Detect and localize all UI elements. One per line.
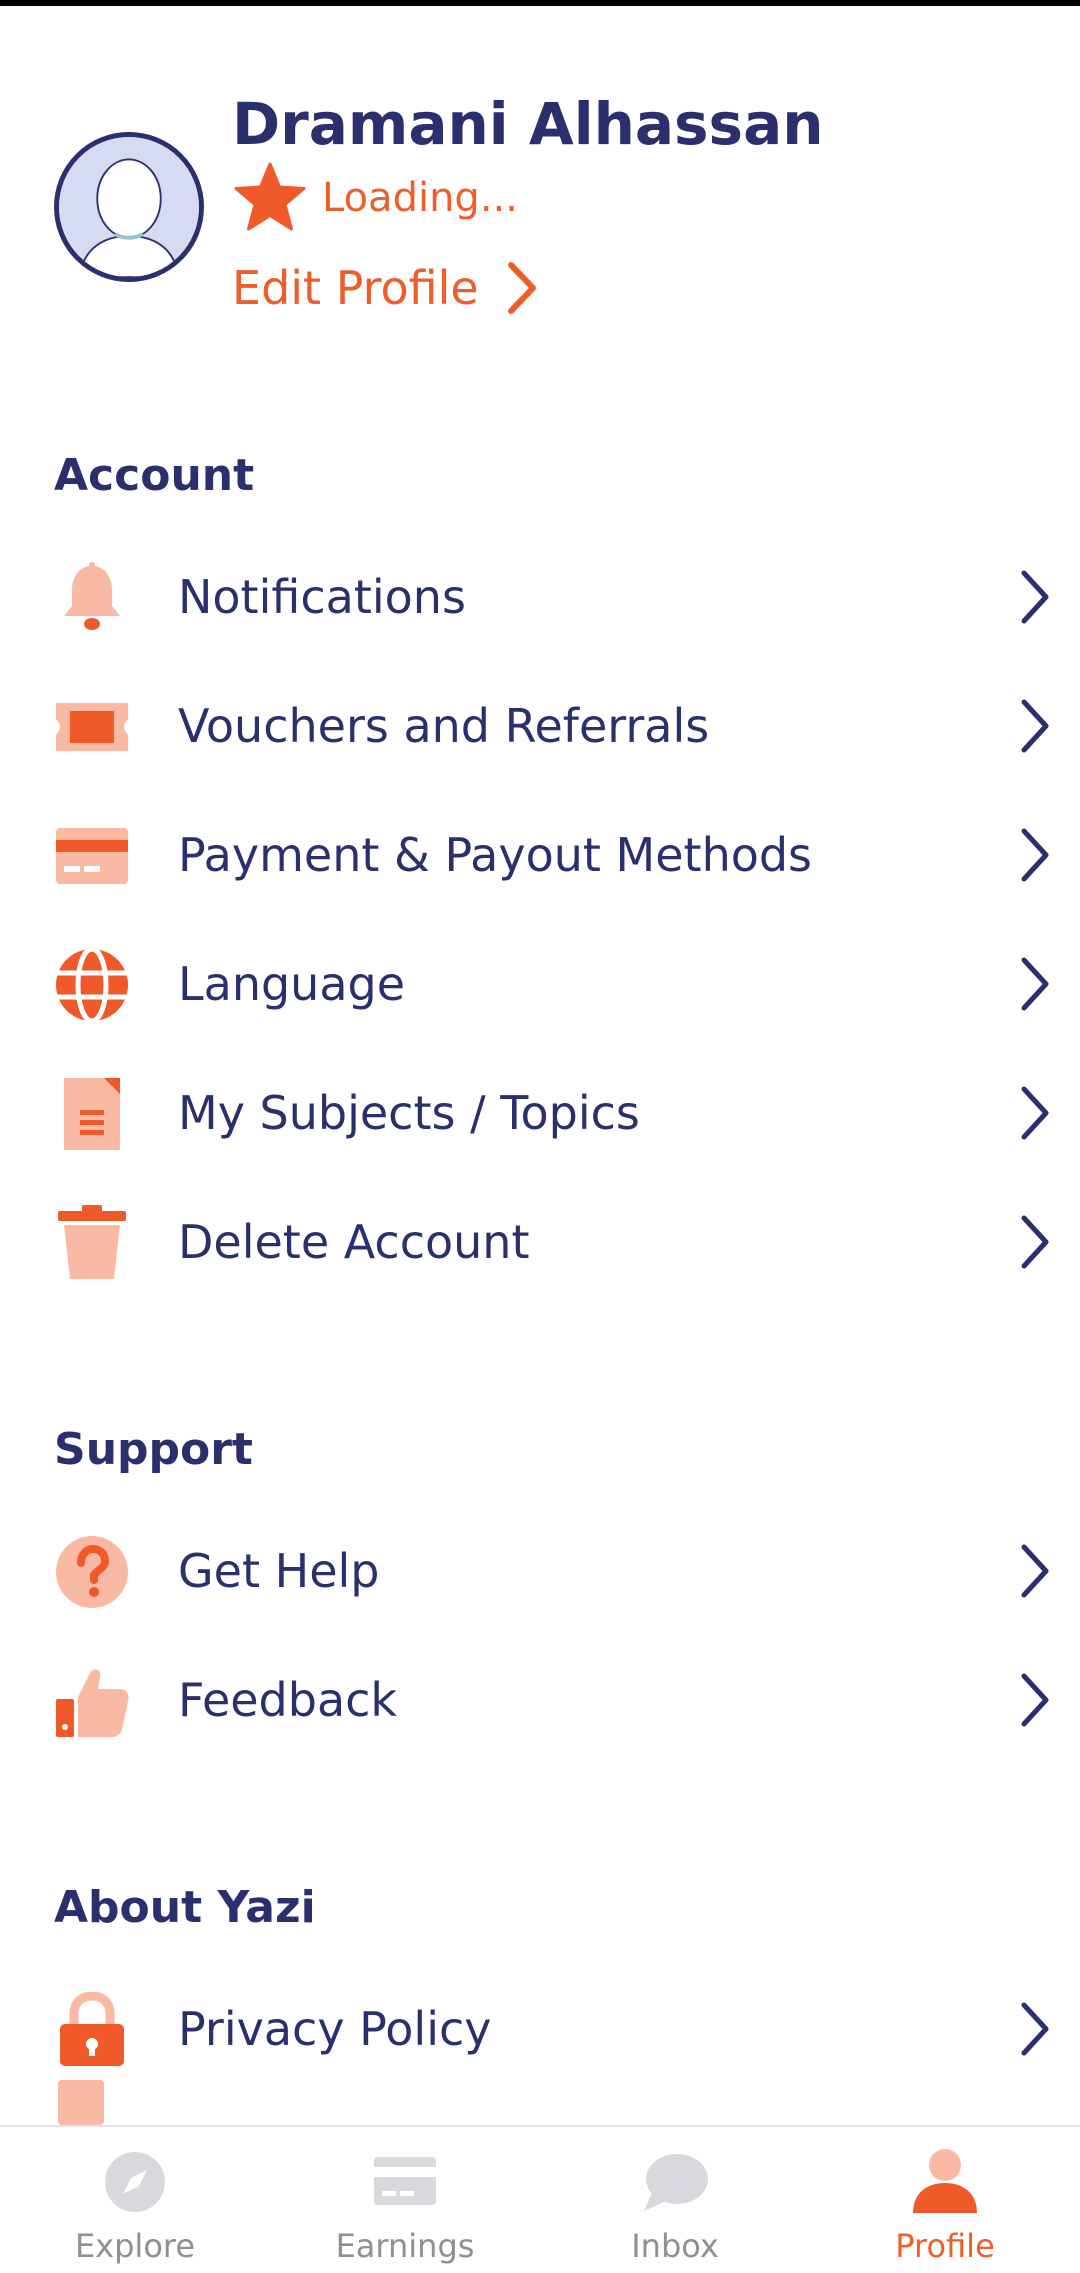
person-icon <box>910 2147 980 2217</box>
chevron-right-icon <box>507 262 536 314</box>
menu-item-privacy-policy[interactable]: Privacy Policy <box>0 1970 1080 2088</box>
menu-item-get-help[interactable]: Get Help <box>0 1512 1080 1630</box>
trash-icon <box>54 1205 130 1281</box>
chat-bubble-icon <box>640 2147 710 2217</box>
menu-item-feedback[interactable]: Feedback <box>0 1641 1080 1759</box>
menu-label: My Subjects / Topics <box>178 1086 640 1140</box>
chevron-right-icon <box>1018 1083 1052 1143</box>
chevron-right-icon <box>1018 1212 1052 1272</box>
star-icon <box>234 162 306 231</box>
menu-label: Delete Account <box>178 1215 530 1269</box>
menu-item-language[interactable]: Language <box>0 925 1080 1043</box>
menu-label: Vouchers and Referrals <box>178 699 710 753</box>
menu-item-subjects[interactable]: My Subjects / Topics <box>0 1054 1080 1172</box>
chevron-right-icon <box>1018 696 1052 756</box>
chevron-right-icon <box>1018 1999 1052 2059</box>
ticket-icon <box>54 689 130 765</box>
edit-profile-link[interactable]: Edit Profile <box>232 250 541 326</box>
nav-label: Explore <box>74 2227 196 2265</box>
menu-label: Language <box>178 957 406 1011</box>
globe-icon <box>54 947 130 1023</box>
avatar[interactable] <box>54 132 204 282</box>
rating-row: Loading... <box>232 160 518 236</box>
nav-label: Profile <box>895 2227 995 2265</box>
chevron-right-icon <box>1018 1670 1052 1730</box>
chevron-right-icon <box>1018 1541 1052 1601</box>
nav-tab-earnings[interactable]: Earnings <box>270 2127 540 2273</box>
section-title-about: About Yazi <box>54 1882 316 1933</box>
document-icon <box>54 1076 130 1152</box>
menu-label: Notifications <box>178 570 466 624</box>
nav-tab-inbox[interactable]: Inbox <box>540 2127 810 2273</box>
menu-item-notifications[interactable]: Notifications <box>0 538 1080 656</box>
profile-name: Dramani Alhassan <box>232 90 824 158</box>
next-item-icon-partial <box>58 2080 104 2125</box>
menu-label: Feedback <box>178 1673 398 1727</box>
status-bar-edge <box>0 0 1080 6</box>
menu-item-delete-account[interactable]: Delete Account <box>0 1183 1080 1301</box>
avatar-placeholder-icon <box>59 137 199 277</box>
rating-text: Loading... <box>322 175 518 221</box>
thumbs-up-icon <box>54 1663 130 1739</box>
menu-label: Payment & Payout Methods <box>178 828 813 882</box>
menu-item-payment-methods[interactable]: Payment & Payout Methods <box>0 796 1080 914</box>
section-title-support: Support <box>54 1424 253 1475</box>
menu-item-vouchers[interactable]: Vouchers and Referrals <box>0 667 1080 785</box>
bell-icon <box>54 560 130 636</box>
question-icon <box>54 1534 130 1610</box>
card-icon <box>370 2147 440 2217</box>
section-title-account: Account <box>54 450 255 501</box>
nav-tab-explore[interactable]: Explore <box>0 2127 270 2273</box>
compass-icon <box>100 2147 170 2217</box>
lock-icon <box>54 1992 130 2068</box>
menu-label: Get Help <box>178 1544 380 1598</box>
chevron-right-icon <box>1018 954 1052 1014</box>
chevron-right-icon <box>1018 567 1052 627</box>
edit-profile-label: Edit Profile <box>232 261 479 315</box>
nav-label: Inbox <box>631 2227 719 2265</box>
credit-card-icon <box>54 818 130 894</box>
nav-label: Earnings <box>335 2227 475 2265</box>
bottom-navigation: Explore Earnings Inbox Profile <box>0 2125 1080 2273</box>
chevron-right-icon <box>1018 825 1052 885</box>
nav-tab-profile[interactable]: Profile <box>810 2127 1080 2273</box>
menu-label: Privacy Policy <box>178 2002 492 2056</box>
